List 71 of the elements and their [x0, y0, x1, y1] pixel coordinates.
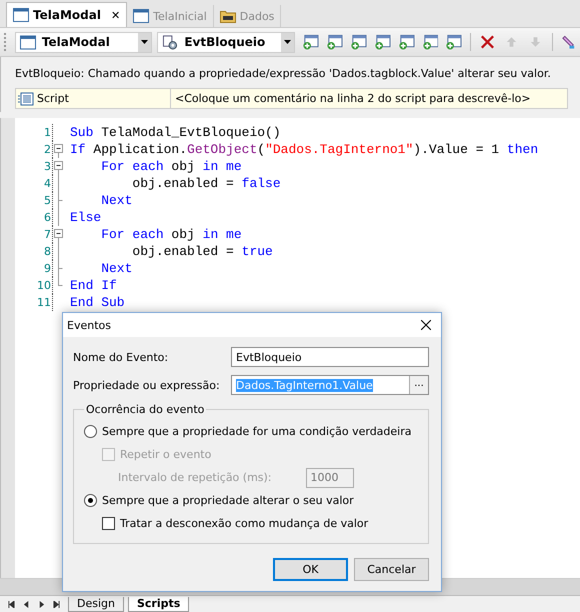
code-line: For each obj in me: [100, 159, 242, 174]
window-icon: [13, 8, 29, 22]
add-window-icon[interactable]: [326, 33, 343, 51]
field-label: Propriedade ou expressão:: [73, 378, 220, 392]
folder-icon: [220, 9, 236, 23]
document-tab[interactable]: TelaModal ✕: [6, 2, 128, 27]
dialog-button[interactable]: OK: [273, 558, 348, 581]
line-number: 7: [15, 226, 53, 243]
collapse-icon[interactable]: [53, 158, 64, 175]
add-window-icon[interactable]: [374, 33, 391, 51]
property-value[interactable]: <Coloque um comentário na linha 2 do script para descrevê-lo>: [171, 89, 567, 108]
object-dropdown[interactable]: TelaModal: [14, 32, 152, 52]
window-icon: [20, 34, 36, 50]
add-window-icon[interactable]: [422, 33, 438, 51]
line-number: 10: [15, 277, 53, 294]
view-tab[interactable]: Design: [68, 596, 124, 612]
code-line: For each obj in me: [100, 227, 242, 242]
add-window-icon[interactable]: [350, 33, 367, 51]
radio-button[interactable]: [84, 425, 97, 438]
browse-button[interactable]: ...: [409, 376, 428, 394]
field-label: Intervalo de repetição (ms):: [118, 471, 272, 484]
line-number: 5: [15, 192, 53, 209]
expression-field[interactable]: Dados.TagInterno1.Value ...: [231, 375, 429, 395]
collapse-icon[interactable]: [53, 226, 64, 243]
event-description: EvtBloqueio: Chamado quando a propriedade/expressão 'Dados.tagblock.Value' alterar seu valor.: [15, 67, 552, 80]
close-icon[interactable]: ✕: [110, 8, 120, 22]
line-number: 9: [15, 260, 53, 277]
next-icon[interactable]: [38, 600, 45, 608]
option-label: Repetir o evento: [120, 448, 212, 461]
dialog-title: Eventos: [67, 318, 111, 332]
radio-button[interactable]: [84, 494, 97, 507]
first-page-icon[interactable]: [8, 600, 15, 608]
code-line: obj.enabled = true: [131, 244, 273, 259]
checkbox[interactable]: [102, 517, 115, 530]
window-icon: [133, 9, 150, 23]
close-icon[interactable]: [421, 320, 431, 330]
line-number: 8: [15, 243, 53, 260]
line-number: 4: [15, 175, 53, 192]
event-name-field[interactable]: EvtBloqueio: [231, 347, 429, 367]
field-label: Nome do Evento:: [73, 350, 168, 364]
line-number: 6: [15, 209, 53, 226]
property-name: Script: [16, 89, 171, 108]
option-label: Tratar a desconexão como mudança de valor: [120, 517, 368, 530]
code-line: Else: [70, 210, 102, 225]
add-window-icon[interactable]: [445, 33, 462, 51]
code-line: obj.enabled = false: [131, 176, 281, 191]
code-line: End Sub: [70, 295, 125, 310]
event-dropdown[interactable]: EvtBloqueio: [157, 32, 295, 52]
dialog-button[interactable]: Cancelar: [354, 558, 429, 581]
script-icon: [18, 92, 34, 106]
last-page-icon[interactable]: [53, 600, 60, 608]
code-line: If Application.GetObject("Dados.TagInterno1").Value = 1 then: [70, 142, 538, 157]
line-number: 11: [15, 294, 53, 311]
delete-icon[interactable]: [479, 33, 496, 51]
line-number: 2: [15, 141, 53, 158]
line-number: 1: [15, 124, 53, 141]
view-tab[interactable]: Scripts: [128, 596, 190, 612]
previous-icon[interactable]: [23, 600, 30, 608]
group-title: Ocorrência do evento: [85, 403, 206, 416]
line-number: 3: [15, 158, 53, 175]
caret-icon: [280, 32, 294, 52]
option-label: Sempre que a propriedade alterar o seu valor: [102, 494, 354, 507]
add-window-icon[interactable]: [302, 33, 319, 51]
code-line: End If: [70, 278, 117, 293]
code-line: Next: [100, 261, 132, 276]
caret-icon: [138, 32, 152, 52]
code-line: Sub TelaModal_EvtBloqueio(): [70, 125, 281, 140]
collapse-icon[interactable]: [53, 141, 64, 158]
add-window-icon[interactable]: [398, 33, 415, 51]
code-line: Next: [100, 193, 132, 208]
option-label: Sempre que a propriedade for uma condição verdadeira: [102, 425, 412, 438]
